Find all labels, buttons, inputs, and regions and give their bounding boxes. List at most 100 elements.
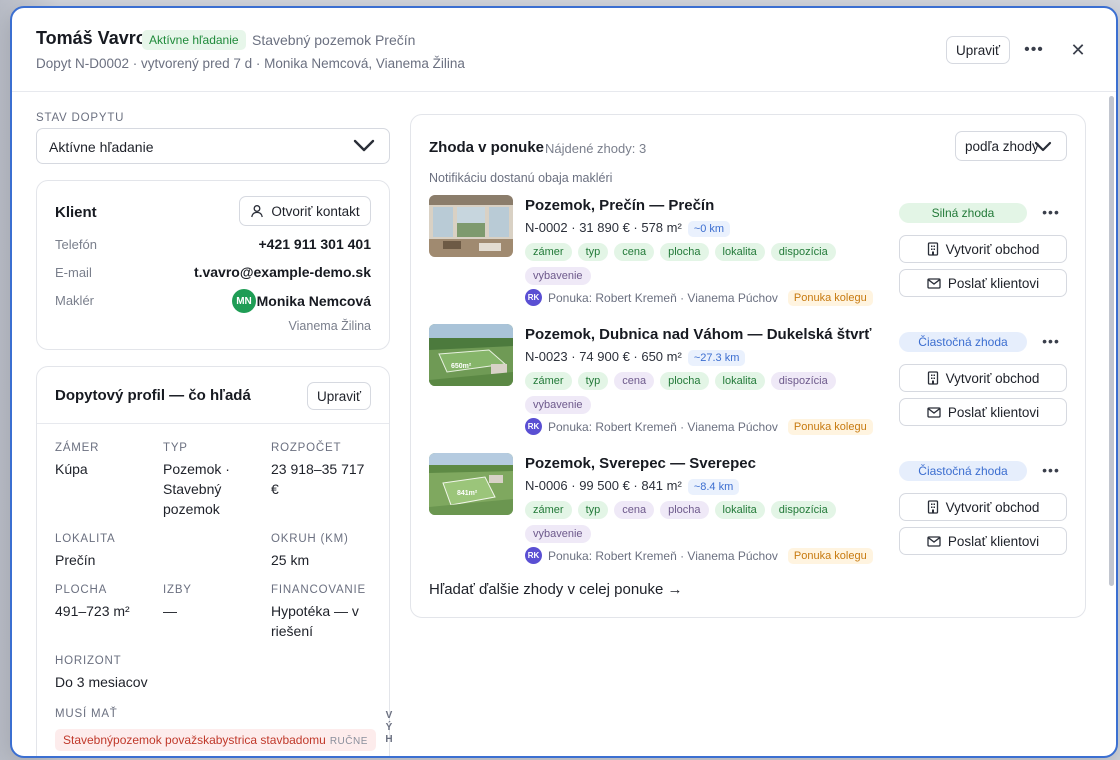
- criteria-chip: dispozícia: [770, 372, 836, 390]
- more-horizontal-icon[interactable]: •••: [1041, 459, 1061, 481]
- profile-title: Dopytový profil — čo hľadá: [55, 387, 251, 404]
- status-label: STAV DOPYTU: [36, 112, 125, 124]
- create-deal-button[interactable]: Vytvoriť obchod: [899, 364, 1067, 392]
- must-have-tag-text: Stavebnýpozemok považskabystrica stavbad…: [63, 733, 326, 747]
- more-horizontal-icon[interactable]: •••: [1041, 201, 1061, 223]
- property-title[interactable]: Pozemok, Dubnica nad Váhom — Dukelská št…: [525, 326, 871, 343]
- property-title[interactable]: Pozemok, Sverepec — Sverepec: [525, 455, 756, 472]
- divider: [37, 423, 389, 424]
- header-edit-button[interactable]: Upraviť: [946, 36, 1010, 64]
- property-meta-text: N-0006 · 99 500 € · 841 m²: [525, 478, 682, 493]
- field-label-financovanie: FINANCOVANIE: [271, 584, 367, 596]
- criteria-chip: lokalita: [714, 243, 765, 261]
- profile-edit-button[interactable]: Upraviť: [307, 382, 371, 410]
- client-card: Klient Otvoriť kontakt Telefón +421 911 …: [36, 180, 390, 350]
- client-card-title: Klient: [55, 204, 97, 221]
- send-to-client-button[interactable]: Poslať klientovi: [899, 398, 1067, 426]
- field-label-musi-mat: MUSÍ MAŤ: [55, 708, 118, 720]
- sort-select-value: podľa zhody: [965, 138, 1039, 154]
- field-label-lokalita: LOKALITA: [55, 533, 116, 545]
- offer-info: RK Ponuka: Robert Kremeň · Vianema Púcho…: [525, 418, 873, 435]
- field-value-rozpocet-2: €: [271, 481, 279, 497]
- manual-marker: RUČNE: [329, 736, 368, 747]
- criteria-chip: cena: [614, 501, 655, 519]
- scrollbar[interactable]: [1106, 92, 1116, 756]
- status-select[interactable]: Aktívne hľadanie: [36, 128, 390, 164]
- criteria-chip: lokalita: [714, 501, 765, 519]
- chevron-down-icon: [353, 139, 375, 153]
- offer-text: Ponuka: Robert Kremeň · Vianema Púchov: [548, 548, 778, 563]
- field-label-typ: TYP: [163, 442, 188, 454]
- property-thumbnail[interactable]: 841m²: [429, 453, 513, 515]
- email-value[interactable]: t.vavro@example-demo.sk: [194, 264, 371, 280]
- scrollbar-thumb[interactable]: [1109, 96, 1114, 586]
- email-label: E-mail: [55, 265, 92, 280]
- close-icon[interactable]: ✕: [1068, 36, 1088, 64]
- phone-label: Telefón: [55, 237, 97, 252]
- create-deal-label: Vytvoriť obchod: [945, 499, 1040, 515]
- property-title[interactable]: Pozemok, Prečín — Prečín: [525, 197, 714, 214]
- building-icon: [927, 371, 939, 385]
- property-thumbnail[interactable]: 650m²: [429, 324, 513, 386]
- demand-detail-modal: Tomáš Vavro Aktívne hľadanie Stavebný po…: [10, 6, 1118, 758]
- broker-label: Maklér: [55, 293, 95, 308]
- criteria-chip: typ: [577, 501, 609, 519]
- status-badge: Aktívne hľadanie: [142, 30, 246, 50]
- matches-count: Nájdené zhody: 3: [545, 141, 647, 156]
- colleague-badge: Ponuka kolegu: [787, 289, 873, 306]
- offer-text: Ponuka: Robert Kremeň · Vianema Púchov: [548, 290, 778, 305]
- demand-profile-card: Dopytový profil — čo hľadá Upraviť ZÁMER…: [36, 366, 390, 756]
- send-to-client-label: Poslať klientovi: [947, 533, 1040, 549]
- matches-title: Zhoda v ponuke: [429, 139, 545, 156]
- property-thumbnail[interactable]: [429, 195, 513, 257]
- match-status-badge: Silná zhoda: [899, 203, 1027, 223]
- field-value-financovanie-2: riešení: [271, 623, 314, 639]
- side-letter: H: [385, 734, 393, 745]
- field-value-financovanie-1: Hypotéka — v: [271, 603, 359, 619]
- avatar: MN: [232, 289, 256, 313]
- match-status-badge: Čiastočná zhoda: [899, 332, 1027, 352]
- side-letter: Ý: [385, 722, 393, 733]
- criteria-chip: typ: [577, 372, 609, 390]
- criteria-chip: dispozícia: [770, 243, 836, 261]
- broker-name[interactable]: Monika Nemcová: [257, 293, 371, 309]
- mail-icon: [927, 277, 941, 289]
- avatar: RK: [525, 418, 542, 435]
- phone-value[interactable]: +421 911 301 401: [258, 236, 371, 252]
- field-value-typ-2: Stavebný: [163, 481, 222, 497]
- property-meta: N-0002 · 31 890 € · 578 m² ~0 km: [525, 220, 731, 237]
- create-deal-label: Vytvoriť obchod: [945, 370, 1040, 386]
- field-label-horizont: HORIZONT: [55, 655, 122, 667]
- more-horizontal-icon[interactable]: •••: [1041, 330, 1061, 352]
- send-to-client-button[interactable]: Poslať klientovi: [899, 269, 1067, 297]
- must-have-tag[interactable]: Stavebnýpozemok považskabystrica stavbad…: [55, 729, 376, 751]
- mail-icon: [927, 535, 941, 547]
- criteria-chip: zámer: [525, 501, 572, 519]
- matches-card: Zhoda v ponuke Nájdené zhody: 3 podľa zh…: [410, 114, 1086, 618]
- colleague-badge: Ponuka kolegu: [787, 418, 873, 435]
- field-value-lokalita: Prečín: [55, 552, 96, 568]
- more-horizontal-icon[interactable]: •••: [1024, 36, 1044, 64]
- match-criteria: zámer typ cena plocha lokalita dispozíci…: [525, 501, 865, 543]
- thumbnail-area-label: 650m²: [451, 363, 472, 370]
- field-value-zamer: Kúpa: [55, 461, 88, 477]
- open-contact-button[interactable]: Otvoriť kontakt: [239, 196, 371, 226]
- match-criteria: zámer typ cena plocha lokalita dispozíci…: [525, 372, 865, 414]
- field-label-okruh: OKRUH (KM): [271, 533, 349, 545]
- create-deal-button[interactable]: Vytvoriť obchod: [899, 493, 1067, 521]
- criteria-chip: zámer: [525, 372, 572, 390]
- field-value-okruh: 25 km: [271, 552, 310, 568]
- field-value-typ-3: pozemok: [163, 501, 220, 517]
- criteria-chip: dispozícia: [770, 501, 836, 519]
- status-select-value: Aktívne hľadanie: [49, 139, 154, 155]
- search-more-matches-link[interactable]: Hľadať ďalšie zhody v celej ponuke →: [429, 581, 683, 598]
- distance-badge: ~8.4 km: [687, 479, 740, 495]
- send-to-client-button[interactable]: Poslať klientovi: [899, 527, 1067, 555]
- offer-info: RK Ponuka: Robert Kremeň · Vianema Púcho…: [525, 289, 873, 306]
- criteria-chip: cena: [614, 243, 655, 261]
- field-label-plocha: PLOCHA: [55, 584, 108, 596]
- sort-select[interactable]: podľa zhody: [955, 131, 1067, 161]
- create-deal-button[interactable]: Vytvoriť obchod: [899, 235, 1067, 263]
- field-value-rozpocet-1: 23 918–35 717: [271, 461, 365, 477]
- match-status-badge: Čiastočná zhoda: [899, 461, 1027, 481]
